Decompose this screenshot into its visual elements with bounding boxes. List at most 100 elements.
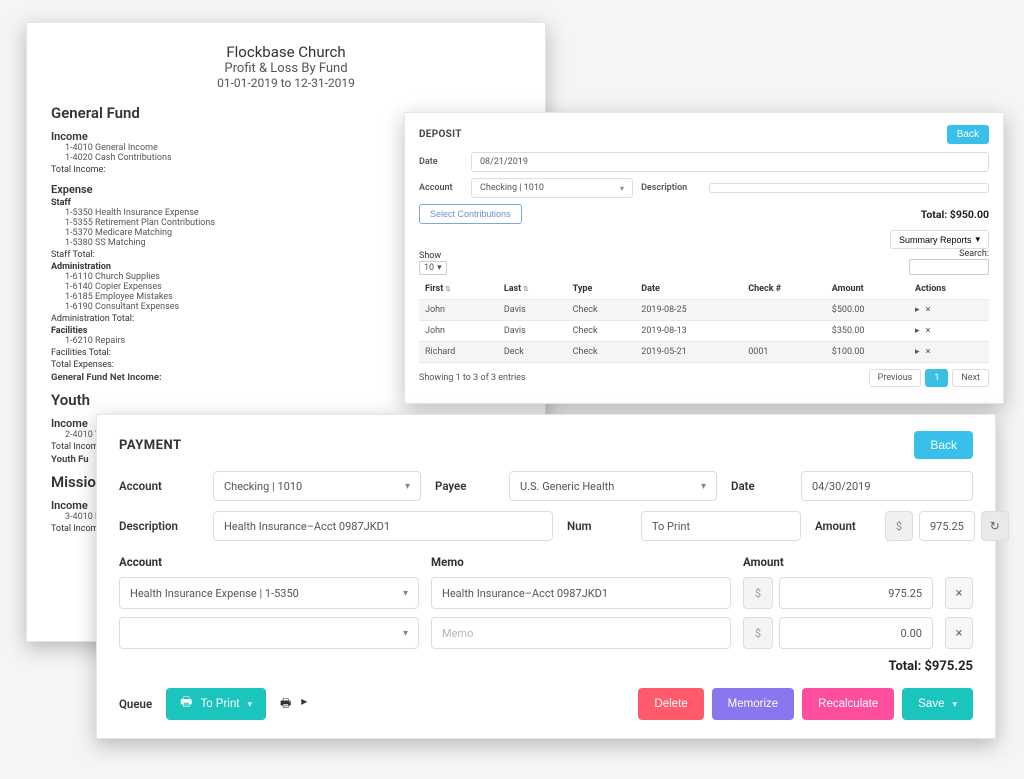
num-label: Num — [567, 519, 627, 533]
cell-type: Check — [567, 342, 636, 363]
split-amount-value: 0.00 — [901, 627, 922, 640]
cell-type: Check — [567, 300, 636, 321]
split-amount-value: 975.25 — [888, 587, 922, 600]
remove-split-button[interactable]: × — [945, 577, 973, 609]
table-row: John Davis Check 2019-08-25 $500.00 ▸× — [419, 300, 989, 321]
col-actions[interactable]: Actions — [909, 279, 989, 300]
caret-down-icon: ▾ — [405, 481, 410, 492]
delete-button[interactable]: Delete — [638, 688, 703, 720]
table-row: Richard Deck Check 2019-05-21 0001 $100.… — [419, 342, 989, 363]
cell-type: Check — [567, 321, 636, 342]
cell-check: 0001 — [742, 342, 826, 363]
next-button[interactable]: Next — [952, 369, 989, 387]
printer-icon: 🖶 — [180, 693, 192, 715]
col-first[interactable]: First — [419, 279, 498, 300]
page-current[interactable]: 1 — [925, 369, 948, 387]
split-row: ▾ Memo $ 0.00 × — [119, 617, 973, 649]
split-row: Health Insurance Expense | 1-5350 ▾ Heal… — [119, 577, 973, 609]
show-entries-select[interactable]: 10 ▾ — [419, 261, 447, 275]
refresh-icon: ↻ — [990, 519, 1000, 533]
deposit-account-value: Checking | 1010 — [480, 183, 544, 193]
payment-description-input[interactable]: Health Insurance–Acct 0987JKD1 — [213, 511, 553, 541]
search-input[interactable] — [909, 259, 989, 275]
amount-label: Amount — [815, 519, 871, 533]
close-icon: × — [956, 626, 963, 641]
save-button[interactable]: Save ▾ — [902, 688, 973, 720]
report-title: Profit & Loss By Fund — [51, 61, 521, 76]
payment-amount-input[interactable]: 975.25 — [919, 511, 975, 541]
payment-date-input[interactable]: 04/30/2019 — [801, 471, 973, 501]
close-icon[interactable]: × — [926, 347, 931, 357]
split-amount-input[interactable]: 975.25 — [779, 577, 933, 609]
payment-back-button[interactable]: Back — [914, 431, 973, 459]
caret-down-icon: ▾ — [437, 263, 442, 273]
remove-split-button[interactable]: × — [945, 617, 973, 649]
col-type[interactable]: Type — [567, 279, 636, 300]
close-icon[interactable]: × — [926, 305, 931, 315]
payment-account-select[interactable]: Checking | 1010 ▾ — [213, 471, 421, 501]
table-row: John Davis Check 2019-08-13 $350.00 ▸× — [419, 321, 989, 342]
refresh-button[interactable]: ↻ — [981, 511, 1009, 541]
currency-symbol: $ — [743, 617, 773, 649]
cell-last: Davis — [498, 321, 567, 342]
caret-down-icon: ▾ — [403, 588, 408, 599]
split-amount-input[interactable]: 0.00 — [779, 617, 933, 649]
deposit-date-input[interactable]: 08/21/2019 — [471, 152, 989, 172]
print-icon[interactable]: 🖶 — [280, 694, 291, 715]
entries-info: Showing 1 to 3 of 3 entries — [419, 373, 526, 383]
account-label: Account — [119, 479, 199, 493]
recalculate-button[interactable]: Recalculate — [802, 688, 894, 720]
prev-button[interactable]: Previous — [869, 369, 922, 387]
search-label: Search: — [909, 249, 989, 259]
payment-num-input[interactable]: To Print — [641, 511, 801, 541]
split-memo-value: Health Insurance–Acct 0987JKD1 — [442, 587, 608, 600]
split-account-select[interactable]: ▾ — [119, 617, 419, 649]
cell-amount: $100.00 — [826, 342, 909, 363]
split-account-select[interactable]: Health Insurance Expense | 1-5350 ▾ — [119, 577, 419, 609]
currency-symbol: $ — [885, 511, 913, 541]
date-label: Date — [419, 157, 463, 167]
col-amount[interactable]: Amount — [826, 279, 909, 300]
split-memo-input[interactable]: Health Insurance–Acct 0987JKD1 — [431, 577, 731, 609]
cell-last: Davis — [498, 300, 567, 321]
col-date[interactable]: Date — [635, 279, 742, 300]
payment-payee-select[interactable]: U.S. Generic Health ▾ — [509, 471, 717, 501]
close-icon[interactable]: × — [926, 326, 931, 336]
deposit-description-input[interactable] — [709, 183, 989, 193]
play-icon[interactable]: ▸ — [915, 326, 920, 336]
col-check[interactable]: Check # — [742, 279, 826, 300]
col-last[interactable]: Last — [498, 279, 567, 300]
split-memo-input[interactable]: Memo — [431, 617, 731, 649]
payee-label: Payee — [435, 479, 495, 493]
deposit-panel: DEPOSIT Back Date 08/21/2019 Account Che… — [404, 112, 1004, 404]
cell-first: John — [419, 321, 498, 342]
payment-date-value: 04/30/2019 — [812, 480, 871, 493]
caret-down-icon: ▾ — [620, 184, 624, 193]
queue-button[interactable]: 🖶 To Print ▾ — [166, 688, 266, 720]
payment-total: Total: $975.25 — [119, 659, 973, 674]
memorize-button[interactable]: Memorize — [712, 688, 794, 720]
cell-amount: $350.00 — [826, 321, 909, 342]
deposit-account-select[interactable]: Checking | 1010 ▾ — [471, 178, 633, 198]
deposit-total: Total: $950.00 — [921, 208, 989, 221]
report-title-block: Flockbase Church Profit & Loss By Fund 0… — [51, 43, 521, 90]
select-contributions-button[interactable]: Select Contributions — [419, 204, 522, 224]
cell-amount: $500.00 — [826, 300, 909, 321]
caret-down-icon: ▾ — [403, 628, 408, 639]
caret-down-icon: ▾ — [247, 699, 252, 710]
deposit-back-button[interactable]: Back — [947, 125, 989, 144]
play-icon[interactable]: ▸ — [915, 347, 920, 357]
play-icon[interactable]: ▸ — [915, 305, 920, 315]
queue-value: To Print — [200, 698, 239, 710]
report-date-range: 01-01-2019 to 12-31-2019 — [51, 76, 521, 90]
payment-account-value: Checking | 1010 — [224, 480, 302, 493]
account-label: Account — [419, 183, 463, 193]
queue-label: Queue — [119, 697, 152, 711]
caret-down-icon: ▾ — [952, 699, 957, 710]
summary-reports-button[interactable]: Summary Reports ▾ — [890, 230, 989, 249]
payment-title: PAYMENT — [119, 438, 182, 453]
cell-last: Deck — [498, 342, 567, 363]
pagination: Previous 1 Next — [869, 369, 989, 387]
play-icon[interactable]: ▸ — [301, 694, 307, 715]
caret-down-icon: ▾ — [975, 234, 980, 245]
